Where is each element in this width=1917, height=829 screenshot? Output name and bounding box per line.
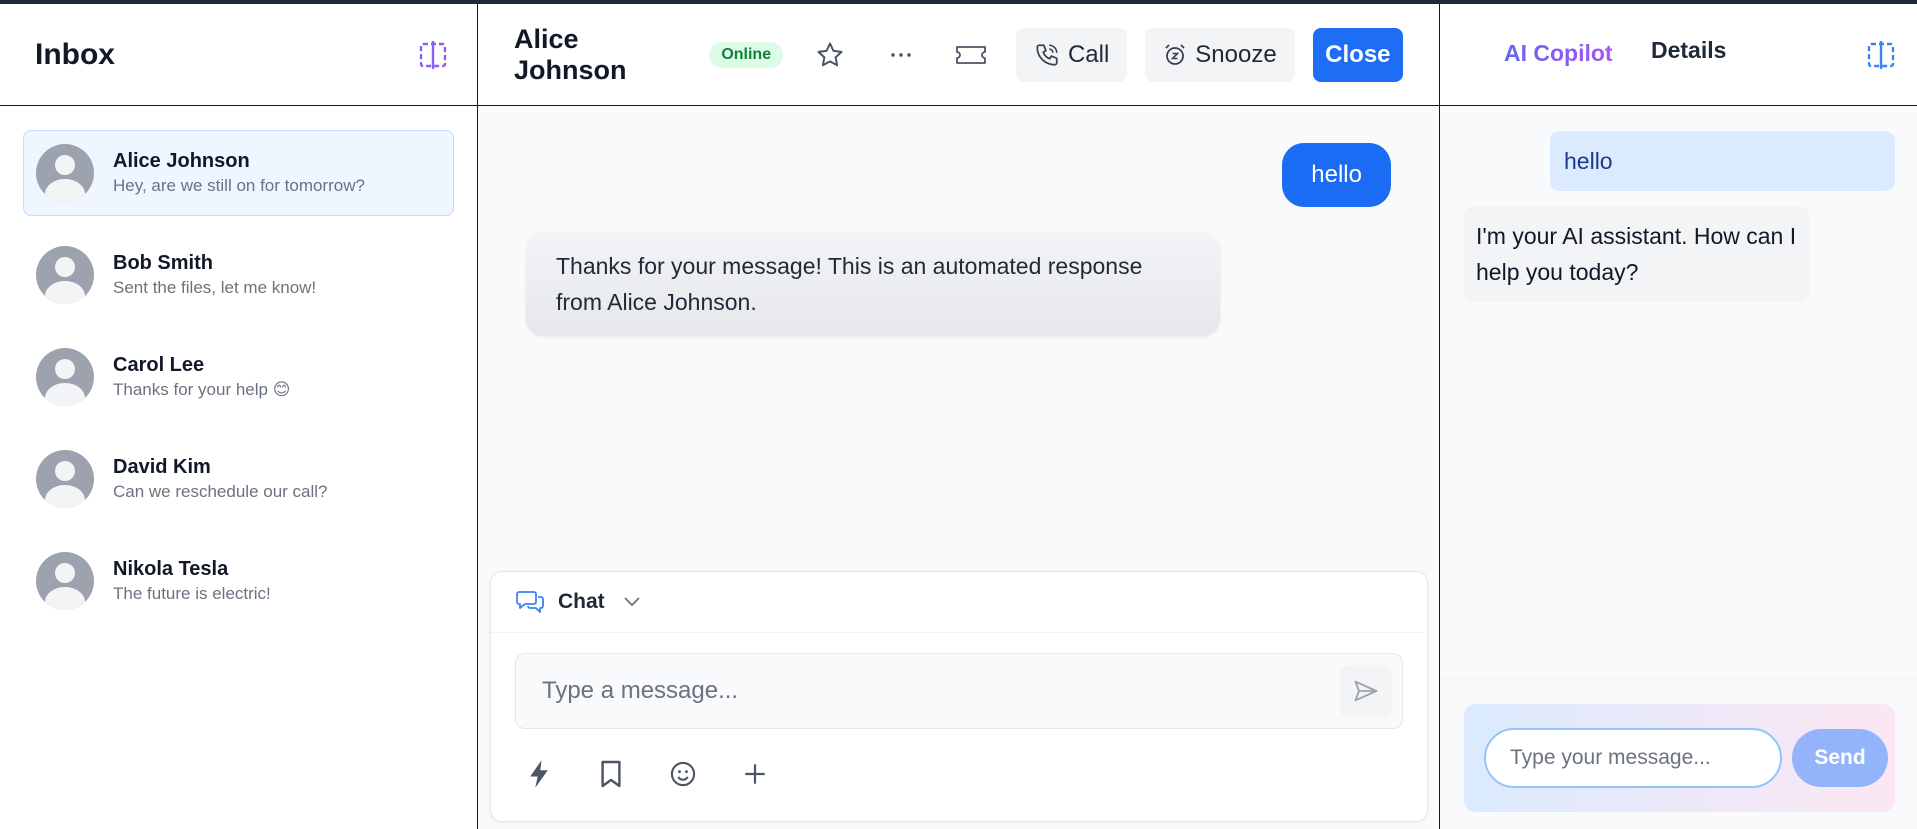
channel-selector[interactable]: Chat — [491, 572, 1427, 633]
message-composer: Chat — [490, 571, 1428, 822]
outgoing-message: hello — [1282, 143, 1391, 207]
collapse-sidebar-icon[interactable] — [417, 37, 449, 73]
lightning-icon[interactable] — [515, 750, 563, 798]
bookmark-icon[interactable] — [587, 750, 635, 798]
copilot-header: AI Copilot Details — [1440, 4, 1917, 106]
more-options-icon[interactable] — [879, 33, 921, 77]
sidebar-header: Inbox — [0, 4, 477, 106]
collapse-right-panel-icon[interactable] — [1865, 37, 1897, 73]
tab-details[interactable]: Details — [1651, 37, 1726, 64]
conversation-preview: Can we reschedule our call? — [113, 482, 328, 501]
chevron-down-icon — [624, 597, 640, 607]
conversation-item-alice-johnson[interactable]: Alice Johnson Hey, are we still on for t… — [23, 130, 454, 216]
copilot-message-input[interactable] — [1484, 728, 1782, 788]
conversation-item-carol-lee[interactable]: Carol Lee Thanks for your help 😊 — [23, 334, 454, 420]
copilot-user-message: hello — [1550, 131, 1895, 191]
avatar — [36, 348, 94, 406]
ticket-icon[interactable] — [950, 33, 992, 77]
conversation-list: Alice Johnson Hey, are we still on for t… — [0, 106, 477, 624]
avatar — [36, 450, 94, 508]
send-icon[interactable] — [1340, 665, 1392, 717]
channel-label: Chat — [558, 590, 605, 613]
snooze-button[interactable]: Snooze — [1145, 27, 1295, 82]
close-button[interactable]: Close — [1312, 27, 1404, 82]
snooze-label: Snooze — [1195, 40, 1277, 68]
conversation-name: Carol Lee — [113, 354, 205, 376]
plus-icon[interactable] — [731, 750, 779, 798]
copilot-send-button[interactable]: Send — [1792, 729, 1888, 787]
app-layout: Inbox Alice Johnson Hey, are we still on… — [0, 4, 1917, 829]
contact-name: Alice Johnson — [514, 23, 627, 85]
chat-bubbles-icon — [516, 591, 544, 613]
star-icon[interactable] — [809, 33, 851, 77]
conversation-item-bob-smith[interactable]: Bob Smith Sent the files, let me know! — [23, 232, 454, 318]
conversation-preview: Hey, are we still on for tomorrow? — [113, 176, 365, 195]
copilot-panel: AI Copilot Details hello I'm your AI ass… — [1440, 4, 1917, 829]
tab-ai-copilot[interactable]: AI Copilot — [1504, 40, 1613, 67]
emoji-icon[interactable] — [659, 750, 707, 798]
avatar — [36, 144, 94, 202]
alarm-clock-icon — [1165, 43, 1185, 65]
conversation-item-nikola-tesla[interactable]: Nikola Tesla The future is electric! — [23, 538, 454, 624]
chat-panel: Alice Johnson Online Call Snooze Close h… — [478, 4, 1440, 829]
conversation-name: Alice Johnson — [113, 150, 250, 172]
conversation-name: David Kim — [113, 456, 211, 478]
conversation-preview: Sent the files, let me know! — [113, 278, 317, 297]
call-button[interactable]: Call — [1015, 27, 1128, 82]
conversation-preview: Thanks for your help 😊 — [113, 380, 291, 399]
conversation-name: Bob Smith — [113, 252, 213, 274]
call-label: Call — [1067, 40, 1110, 68]
status-badge: Online — [709, 41, 784, 68]
message-input-wrapper — [515, 653, 1403, 729]
conversation-preview: The future is electric! — [113, 584, 271, 603]
inbox-sidebar: Inbox Alice Johnson Hey, are we still on… — [0, 4, 478, 829]
divider — [1440, 678, 1917, 679]
inbox-title: Inbox — [35, 37, 115, 71]
avatar — [36, 552, 94, 610]
conversation-name: Nikola Tesla — [113, 558, 229, 580]
phone-icon — [1036, 43, 1058, 66]
avatar — [36, 246, 94, 304]
copilot-composer: Send — [1464, 704, 1895, 812]
chat-header: Alice Johnson Online Call Snooze Close — [478, 4, 1439, 106]
message-input[interactable] — [540, 676, 1340, 706]
copilot-assistant-message: I'm your AI assistant. How can I help yo… — [1464, 206, 1809, 302]
incoming-message: Thanks for your message! This is an auto… — [526, 232, 1220, 336]
composer-toolbar — [515, 750, 803, 798]
conversation-item-david-kim[interactable]: David Kim Can we reschedule our call? — [23, 436, 454, 522]
